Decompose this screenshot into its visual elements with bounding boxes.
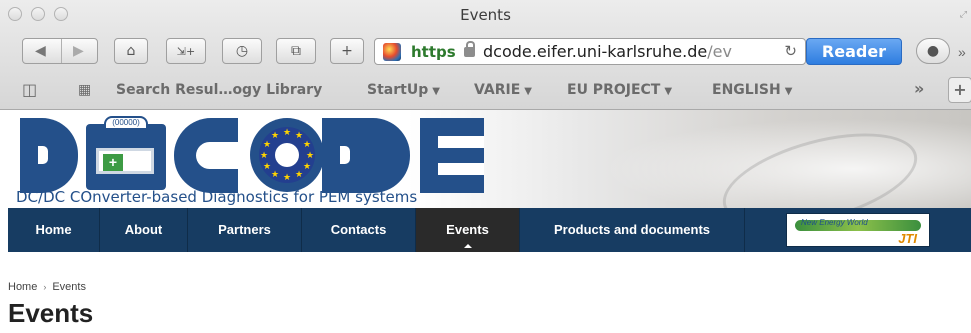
eu-stars-logo-icon: ★ ★ ★ ★ ★ ★ ★ ★ ★ ★ ★ ★ [250,118,324,192]
jti-banner[interactable]: New Energy World JTI [786,213,930,247]
url-text[interactable]: dcode.eifer.uni-karlsruhe.de/ev [483,42,732,61]
new-tab-button[interactable]: + [330,38,364,64]
bookmark-item-4[interactable]: ENGLISH ▼ [712,82,792,98]
nav-home[interactable]: Home [8,208,100,252]
page-title: Events [8,298,94,328]
overflow-icon[interactable]: » [958,44,966,60]
more-bookmarks-icon[interactable]: » [914,79,924,98]
breadcrumb-home[interactable]: Home [8,281,37,293]
chevron-down-icon: ▼ [784,86,793,97]
browser-toolbar: ◀ ▶ ⌂ ⇲+ ◷ ⧉ + https dcode.eifer.uni-kar… [0,32,971,72]
window-title: Events [460,6,511,24]
reading-list-icon[interactable]: ◫ [22,80,37,99]
site-header: (00000) + ★ ★ ★ ★ ★ ★ ★ ★ ★ ★ ★ ★ DC/DC … [0,110,971,208]
top-sites-icon[interactable]: ▦ [78,82,91,98]
url-scheme: https [411,43,456,61]
reload-icon[interactable]: ↻ [784,42,797,60]
bookmark-item-3[interactable]: EU PROJECT ▼ [567,82,672,98]
nav-partners[interactable]: Partners [188,208,302,252]
lock-icon [464,41,475,57]
chevron-down-icon: ▼ [432,86,440,97]
site-navigation: Home About Partners Contacts Events Prod… [8,208,971,252]
back-icon[interactable]: ◀ [35,43,46,59]
clock-icon: ◷ [235,43,249,59]
book-icon: ⧉ [291,43,301,59]
breadcrumb: Home › Events [8,281,86,293]
logo-letter-d [20,118,78,193]
browser-chrome: Events ⤢ ◀ ▶ ⌂ ⇲+ ◷ ⧉ + https dcode.eife… [0,0,971,110]
fullscreen-icon[interactable]: ⤢ [960,9,967,20]
bookmarks-bar: ◫ ▦ Search Resul…ogy Library StartUp ▼ VA… [0,75,971,107]
bookmark-item-1[interactable]: StartUp ▼ [367,82,440,98]
nav-events[interactable]: Events [416,208,520,252]
site-tagline: DC/DC COnverter-based Diagnostics for PE… [16,188,418,206]
bookmark-item-0[interactable]: Search Resul…ogy Library [116,82,322,98]
plus-icon: + [341,43,353,59]
logo-letter-e [420,118,484,193]
title-bar: Events ⤢ [0,0,971,30]
history-button[interactable]: ◷ [222,38,262,64]
site-favicon-icon [383,43,401,61]
bookmarks-button[interactable]: ⧉ [276,38,316,64]
breadcrumb-separator-icon: › [43,282,47,292]
bookmark-item-2[interactable]: VARIE ▼ [474,82,532,98]
add-tab-icon[interactable]: + [948,77,971,103]
downloads-button[interactable]: ● [916,38,950,64]
download-icon: ● [926,43,940,59]
nav-about[interactable]: About [100,208,188,252]
logo-letter-d2 [322,118,410,193]
breadcrumb-current: Events [52,281,86,293]
bookmark-add-icon: ⇲+ [176,44,196,58]
address-bar[interactable]: https dcode.eifer.uni-karlsruhe.de/ev ↻ [374,38,806,65]
chevron-down-icon: ▼ [664,86,673,97]
back-forward-buttons[interactable]: ◀ ▶ [22,38,98,64]
logo-letter-c [174,118,238,193]
add-bookmark-button[interactable]: ⇲+ [166,38,206,64]
home-icon: ⌂ [126,43,136,59]
reader-button[interactable]: Reader [806,38,902,65]
nav-products-documents[interactable]: Products and documents [520,208,745,252]
logo-battery-icon: (00000) + [86,116,166,190]
forward-icon[interactable]: ▶ [73,43,84,59]
home-button[interactable]: ⌂ [114,38,148,64]
nav-contacts[interactable]: Contacts [302,208,416,252]
chevron-down-icon: ▼ [524,86,532,97]
